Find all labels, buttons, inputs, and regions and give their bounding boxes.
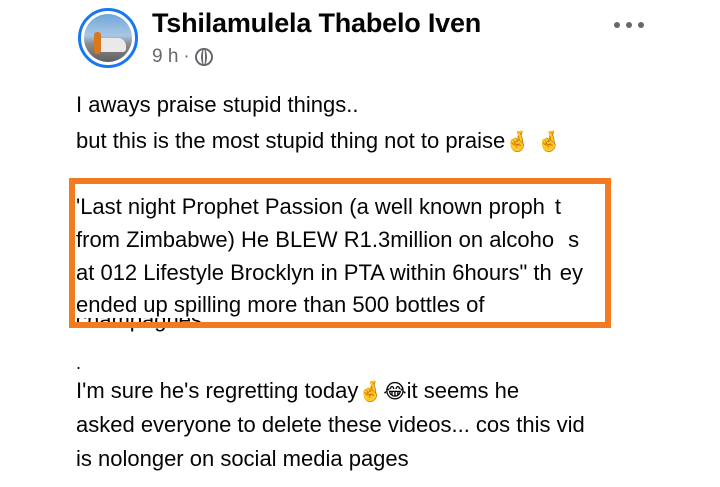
globe-icon[interactable] bbox=[194, 48, 213, 66]
avatar-photo bbox=[84, 14, 132, 62]
post-text-line: is nolonger on social media pages bbox=[76, 446, 409, 471]
more-options-icon[interactable] bbox=[614, 20, 644, 30]
meta-separator: · bbox=[183, 46, 190, 67]
post-text-line: asked everyone to delete these videos...… bbox=[76, 412, 585, 437]
crossed-fingers-laughing-emoji: 🤞😂 bbox=[358, 379, 407, 403]
post-meta: 9 h · bbox=[152, 46, 213, 68]
author-name[interactable]: Tshilamulela Thabelo Iven bbox=[152, 8, 481, 39]
post-text-line: but this is the most stupid thing not to… bbox=[76, 126, 561, 156]
more-dot bbox=[638, 22, 644, 28]
post-time[interactable]: 9 h bbox=[152, 46, 178, 68]
separator-dot: . bbox=[76, 353, 82, 373]
author-avatar[interactable] bbox=[78, 8, 138, 68]
highlight-box bbox=[69, 178, 611, 328]
more-dot bbox=[614, 22, 620, 28]
more-dot bbox=[626, 22, 632, 28]
crossed-fingers-emoji: 🤞 🤞 bbox=[505, 129, 562, 153]
avatar-person-shape bbox=[94, 32, 101, 54]
post-text-segment: I'm sure he's regretting today bbox=[76, 378, 359, 403]
post-text-line: I aways praise stupid things.. bbox=[76, 92, 359, 117]
post-text-segment: it seems he bbox=[406, 378, 520, 403]
post-text-line: I'm sure he's regretting today🤞😂it seems… bbox=[76, 376, 519, 406]
post-text-segment: but this is the most stupid thing not to… bbox=[76, 128, 506, 153]
